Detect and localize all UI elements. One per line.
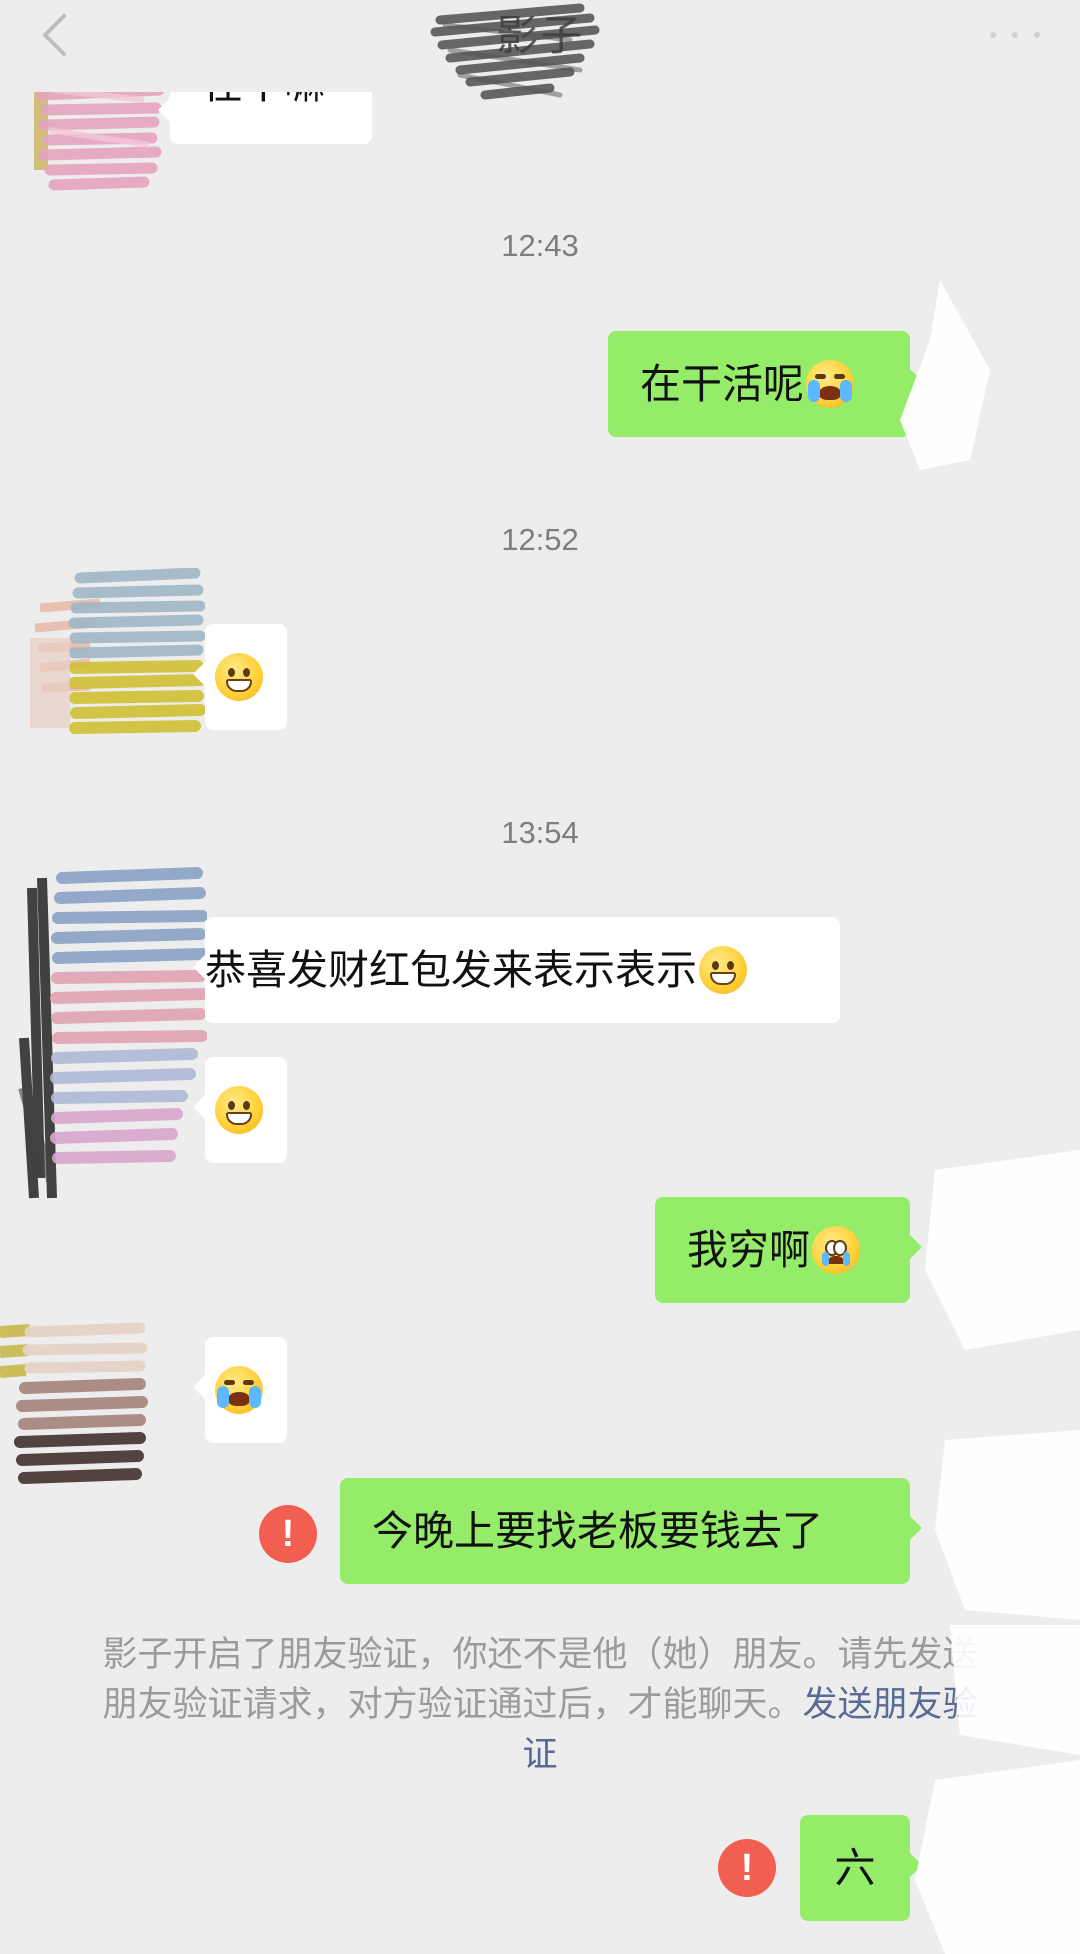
grinning-emoji-icon bbox=[215, 653, 263, 701]
avatar-contact[interactable] bbox=[30, 567, 206, 758]
message-text: 今晚上要找老板要钱去了 bbox=[372, 1506, 823, 1555]
message-bubble-outgoing[interactable]: 我穷啊 bbox=[655, 1197, 922, 1303]
more-dot-icon bbox=[1034, 32, 1040, 38]
message-bubble-outgoing[interactable]: 今晚上要找老板要钱去了 bbox=[340, 1478, 922, 1584]
message-bubble-outgoing[interactable]: 六 bbox=[800, 1815, 922, 1921]
chat-title: 影子 bbox=[495, 10, 584, 60]
chat-title-wrap: 影子 bbox=[440, 2, 640, 62]
more-dot-icon bbox=[990, 32, 996, 38]
censor-blob bbox=[925, 1150, 1080, 1350]
more-dot-icon bbox=[1012, 32, 1018, 38]
chat-header: 影子 bbox=[0, 0, 1080, 100]
message-bubble-outgoing[interactable]: 在干活呢 bbox=[608, 331, 922, 437]
message-bubble-incoming[interactable] bbox=[193, 1057, 287, 1163]
message-bubble-incoming[interactable]: 恭喜发财红包发来表示表示 bbox=[193, 917, 840, 1023]
pleading-crying-emoji-icon bbox=[812, 1226, 860, 1274]
censor-blob bbox=[935, 1430, 1080, 1620]
message-bubble-incoming[interactable] bbox=[193, 624, 287, 730]
timestamp: 13:54 bbox=[501, 815, 579, 850]
chevron-left-icon[interactable] bbox=[34, 10, 74, 60]
timestamp: 12:52 bbox=[501, 522, 579, 557]
message-text: 在干活呢 bbox=[640, 359, 804, 408]
crying-laughing-emoji-icon bbox=[806, 360, 854, 408]
timestamp: 12:43 bbox=[501, 228, 579, 263]
message-text: 六 bbox=[834, 1843, 876, 1892]
send-failed-icon[interactable]: ! bbox=[718, 1839, 776, 1897]
grinning-emoji-icon bbox=[215, 1086, 263, 1134]
message-bubble-incoming[interactable] bbox=[193, 1337, 287, 1443]
avatar-contact[interactable] bbox=[12, 858, 208, 1218]
more-button[interactable] bbox=[990, 20, 1040, 50]
grinning-emoji-icon bbox=[699, 946, 747, 994]
message-text: 我穷啊 bbox=[687, 1225, 810, 1274]
friend-verification-notice: 影子开启了朋友验证，你还不是他（她）朋友。请先发送朋友验证请求，对方验证通过后，… bbox=[92, 1630, 988, 1780]
message-text: 恭喜发财红包发来表示表示 bbox=[205, 945, 697, 994]
send-failed-icon[interactable]: ! bbox=[259, 1505, 317, 1563]
avatar-contact[interactable] bbox=[0, 1322, 150, 1497]
crying-laughing-emoji-icon bbox=[215, 1366, 263, 1414]
censor-blob bbox=[915, 1760, 1080, 1954]
